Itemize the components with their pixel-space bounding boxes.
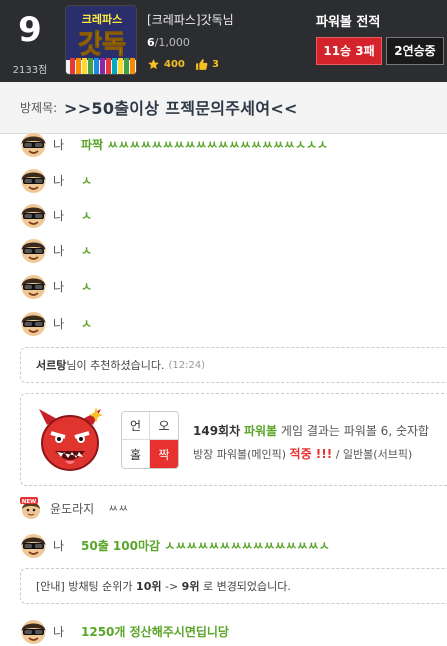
user-info: [크레파스]갓독님 6/1,000 400 3 xyxy=(147,11,297,72)
game-result-box: 언 오 홀 짝 149회차 파워볼 게임 결과는 파워볼 6, 숫자합 방장 파… xyxy=(20,393,447,486)
user-stats: 400 3 xyxy=(147,58,297,72)
recommend-notice: 서르탕 님이 추천하셨습니다. (12:24) xyxy=(20,347,447,383)
message-text: ㅅ xyxy=(81,316,93,331)
message-sender[interactable]: 나 xyxy=(53,315,81,332)
message-sender[interactable]: 나 xyxy=(53,537,81,554)
logo-big-text: 갓독 xyxy=(78,30,126,60)
devil-mascot-icon xyxy=(39,407,103,471)
recommend-time: (12:24) xyxy=(168,359,206,371)
message-text: ㅆㅆ xyxy=(108,502,129,515)
avatar-icon[interactable] xyxy=(20,532,47,559)
room-title: >>50출이상 프젝문의주세여<< xyxy=(64,99,298,118)
record-button[interactable]: 11승 3패 xyxy=(316,37,382,65)
avatar-icon[interactable] xyxy=(20,237,47,264)
svg-text:NEW: NEW xyxy=(22,499,36,505)
message-sender[interactable]: 나 xyxy=(53,623,81,640)
recommend-text: 님이 추천하셨습니다. xyxy=(66,359,165,372)
recommender-name[interactable]: 서르탕 xyxy=(36,357,66,373)
rank-arrow: -> xyxy=(164,579,179,593)
chat-message: 나 파짝 ㅆㅆㅆㅆㅆㅆㅆㅆㅆㅆㅆㅆㅆㅆㅆㅆㅆㅅㅅㅅ xyxy=(20,130,328,158)
chat-message: 나 1250개 정산해주시면딥니당 xyxy=(20,617,229,645)
chat-message: 나 ㅅ xyxy=(20,236,92,264)
message-text: ㅅ xyxy=(81,243,93,258)
game-name: 파워볼 xyxy=(243,424,278,438)
message-text: 파짝 ㅆㅆㅆㅆㅆㅆㅆㅆㅆㅆㅆㅆㅆㅆㅆㅆㅆㅅㅅㅅ xyxy=(81,137,329,152)
avatar-icon[interactable] xyxy=(20,202,47,229)
message-sender[interactable]: 윤도라지 xyxy=(50,500,94,517)
grid-cell-even: 짝 xyxy=(150,440,178,468)
announce-suffix: 로 변경되었습니다. xyxy=(202,580,291,593)
message-sender[interactable]: 나 xyxy=(53,172,81,189)
new-user-avatar-icon[interactable]: NEW xyxy=(20,497,42,519)
chat-message: 나 ㅅ xyxy=(20,201,92,229)
result-summary: 게임 결과는 파워볼 6, 숫자합 xyxy=(280,424,430,438)
grid-cell-odd-number: 홀 xyxy=(122,440,150,468)
star-icon xyxy=(148,59,159,70)
message-sender[interactable]: 나 xyxy=(53,242,81,259)
rank-points: 2133점 xyxy=(12,65,48,76)
chat-message: 나 ㅅ xyxy=(20,272,92,300)
message-text: 1250개 정산해주시면딥니당 xyxy=(81,624,229,639)
chat-message: 나 ㅅ xyxy=(20,166,92,194)
message-text: ㅅ xyxy=(81,208,93,223)
sub-pick-label: / 일반볼(서브픽) xyxy=(335,448,413,461)
chat-message: 나 50출 100마감 ㅅㅆㅆㅆㅆㅆㅆㅆㅆㅆㅆㅆㅆㅆㅅ xyxy=(20,531,330,559)
rank-number: 9 xyxy=(18,10,42,50)
announce-prefix: [안내] 방채팅 순위가 xyxy=(36,580,133,593)
streak-button[interactable]: 2연승중 xyxy=(386,37,444,65)
result-line-1: 149회차 파워볼 게임 결과는 파워볼 6, 숫자합 xyxy=(193,422,429,439)
message-text: ㅅ xyxy=(81,173,93,188)
chat-message: 나 ㅅ xyxy=(20,309,92,337)
avatar-icon[interactable] xyxy=(20,131,47,158)
chat-message: NEW 윤도라지 ㅆㅆ xyxy=(20,496,128,520)
room-title-label: 방제목: xyxy=(20,101,58,115)
user-count: 6/1,000 xyxy=(147,36,190,49)
round-number: 149회차 xyxy=(193,424,241,438)
message-sender[interactable]: 나 xyxy=(53,207,81,224)
profile-header: 9 2133점 크레파스 갓독 [크레파스]갓독님 6/1,000 400 3 … xyxy=(0,0,447,82)
rank-change-notice: [안내] 방채팅 순위가 10위 -> 9위 로 변경되었습니다. xyxy=(20,568,447,604)
host-pick-label: 방장 파워볼(메인픽) xyxy=(193,448,287,461)
hit-badge: 적중 !!! xyxy=(289,447,333,461)
grid-cell-odd: 언 xyxy=(122,412,150,440)
message-text: ㅅ xyxy=(81,279,93,294)
powerball-record-title: 파워볼 전적 xyxy=(316,15,381,30)
star-stat: 400 xyxy=(147,58,185,71)
rank-from: 10위 xyxy=(136,580,162,593)
message-sender[interactable]: 나 xyxy=(53,136,81,153)
avatar-icon[interactable] xyxy=(20,273,47,300)
rank-to: 9위 xyxy=(181,580,200,593)
avatar-icon[interactable] xyxy=(20,310,47,337)
thumbs-up-icon xyxy=(196,59,208,70)
message-sender[interactable]: 나 xyxy=(53,278,81,295)
room-logo[interactable]: 크레파스 갓독 xyxy=(65,5,137,75)
logo-small-text: 크레파스 xyxy=(82,12,122,26)
avatar-icon[interactable] xyxy=(20,618,47,645)
avatar-icon[interactable] xyxy=(20,167,47,194)
grid-cell-over: 오 xyxy=(150,412,178,440)
room-title-bar: 방제목: >>50출이상 프젝문의주세여<< xyxy=(0,82,447,134)
like-stat: 3 xyxy=(195,58,219,71)
result-grid: 언 오 홀 짝 xyxy=(121,411,179,469)
result-line-2: 방장 파워볼(메인픽) 적중 !!! / 일반볼(서브픽) xyxy=(193,445,412,462)
user-name: [크레파스]갓독님 xyxy=(147,13,234,27)
message-text: 50출 100마감 ㅅㅆㅆㅆㅆㅆㅆㅆㅆㅆㅆㅆㅆㅆㅅ xyxy=(81,538,330,553)
